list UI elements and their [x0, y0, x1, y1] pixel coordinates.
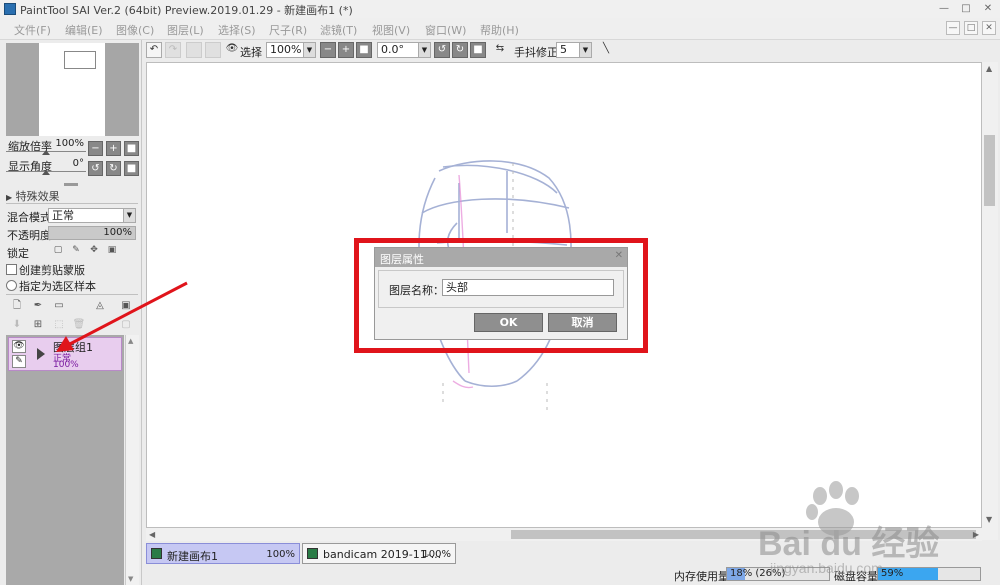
arrow-shaft — [65, 281, 188, 348]
baidu-watermark: Bai du 经验 jingyan.baidu.com — [728, 478, 968, 578]
memory-label: 内存使用量 — [674, 570, 729, 583]
tab-zoom: 100% — [422, 549, 451, 560]
watermark-text: Bai du 经验 — [758, 525, 940, 563]
image-icon — [307, 548, 318, 559]
tab-zoom: 100% — [266, 549, 295, 560]
document-tab-bandicam[interactable]: bandicam 2019-11-... 100% — [302, 543, 456, 564]
tab-name: 新建画布1 — [167, 550, 218, 563]
document-tab-canvas1[interactable]: 新建画布1 100% — [146, 543, 300, 564]
image-icon — [151, 548, 162, 559]
watermark-url: jingyan.baidu.com — [770, 560, 883, 576]
